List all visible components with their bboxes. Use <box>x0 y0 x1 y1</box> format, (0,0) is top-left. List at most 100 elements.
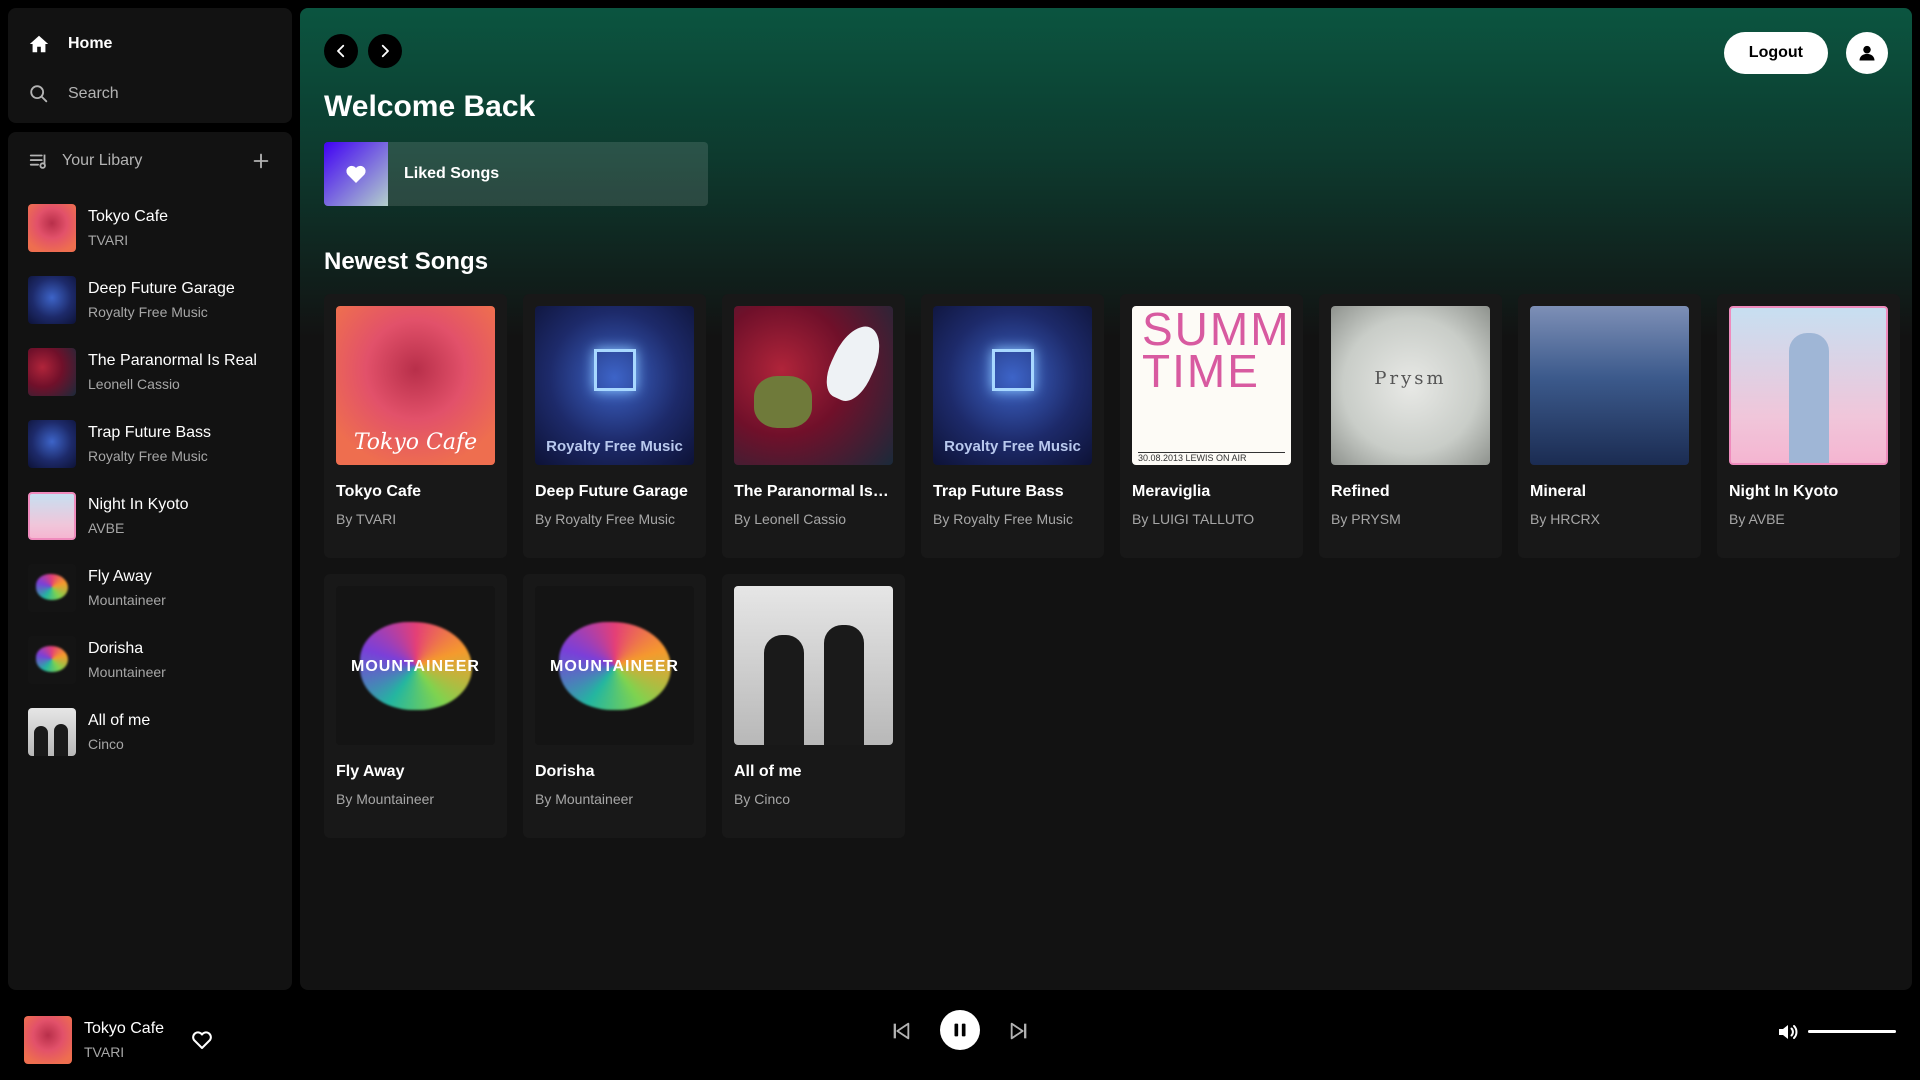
chevron-right-icon <box>381 44 389 58</box>
nav-search[interactable]: Search <box>28 80 272 108</box>
song-grid: Tokyo Cafe Tokyo Cafe By TVARI Royalty F… <box>324 294 1904 838</box>
album-cover <box>28 348 76 396</box>
library-icon <box>29 154 46 169</box>
now-playing-title[interactable]: Tokyo Cafe <box>84 1020 164 1038</box>
heart-outline-icon[interactable] <box>190 1028 214 1052</box>
back-button[interactable] <box>324 34 358 68</box>
song-artist: By AVBE <box>1729 511 1785 527</box>
player-bar: Tokyo Cafe TVARI <box>0 990 1920 1080</box>
now-playing-cover[interactable] <box>24 1016 72 1064</box>
album-cover <box>28 276 76 324</box>
song-card[interactable]: Prysm Refined By PRYSM <box>1319 294 1502 558</box>
user-profile-button[interactable] <box>1846 32 1888 74</box>
history-nav <box>324 34 402 68</box>
song-title: Tokyo Cafe <box>336 483 422 500</box>
liked-songs-tile[interactable]: Liked Songs <box>324 142 708 206</box>
song-card[interactable]: The Paranormal Is R... By Leonell Cassio <box>722 294 905 558</box>
album-cover: Prysm <box>1331 306 1490 465</box>
album-cover <box>28 636 76 684</box>
album-cover: MOUNTAINEER <box>336 586 495 745</box>
library-item-artist: Leonell Cassio <box>88 376 180 392</box>
song-card[interactable]: MOUNTAINEER Fly Away By Mountaineer <box>324 574 507 838</box>
library-header: Your Libary <box>28 148 272 174</box>
library-item-title: Dorisha <box>88 640 144 657</box>
song-card[interactable]: Royalty Free Music Trap Future Bass By R… <box>921 294 1104 558</box>
library-item[interactable]: The Paranormal Is Real Leonell Cassio <box>28 336 272 408</box>
previous-track-icon[interactable] <box>890 1020 912 1042</box>
song-card[interactable]: SUMMER TIME 30.08.2013 LEWIS ON AIR Merav… <box>1120 294 1303 558</box>
song-card[interactable]: MOUNTAINEER Dorisha By Mountaineer <box>523 574 706 838</box>
forward-button[interactable] <box>368 34 402 68</box>
chevron-left-icon <box>337 44 345 58</box>
library-item[interactable]: Night In Kyoto AVBE <box>28 480 272 552</box>
now-playing-artist[interactable]: TVARI <box>84 1044 124 1060</box>
song-card[interactable]: Tokyo Cafe Tokyo Cafe By TVARI <box>324 294 507 558</box>
album-cover <box>28 204 76 252</box>
song-artist: By TVARI <box>336 511 397 527</box>
song-title: Dorisha <box>535 763 595 780</box>
album-cover: Tokyo Cafe <box>336 306 495 465</box>
library-item[interactable]: Fly Away Mountaineer <box>28 552 272 624</box>
album-cover <box>1729 306 1888 465</box>
cover-text: Tokyo Cafe <box>353 430 478 455</box>
library-item-title: Fly Away <box>88 568 152 585</box>
nav-home[interactable]: Home <box>28 30 272 58</box>
volume-slider[interactable] <box>1808 1030 1896 1033</box>
home-icon <box>29 35 49 53</box>
logout-button[interactable]: Logout <box>1723 32 1828 74</box>
page-title: Welcome Back <box>324 90 536 123</box>
song-artist: By Mountaineer <box>336 791 435 807</box>
library-item[interactable]: Dorisha Mountaineer <box>28 624 272 696</box>
library-item-title: The Paranormal Is Real <box>88 352 257 369</box>
library-item[interactable]: Deep Future Garage Royalty Free Music <box>28 264 272 336</box>
pause-icon <box>954 1023 966 1037</box>
plus-icon[interactable] <box>250 150 272 172</box>
library-item-title: Deep Future Garage <box>88 280 235 297</box>
album-cover: SUMMER TIME 30.08.2013 LEWIS ON AIR <box>1132 306 1291 465</box>
album-cover: Royalty Free Music <box>933 306 1092 465</box>
album-cover <box>28 564 76 612</box>
library-item[interactable]: All of me Cinco <box>28 696 272 768</box>
library-title-button[interactable]: Your Libary <box>28 150 142 172</box>
song-card[interactable]: Mineral By HRCRX <box>1518 294 1701 558</box>
volume-level <box>1808 1030 1896 1033</box>
library-item-artist: TVARI <box>88 232 129 248</box>
song-title: Mineral <box>1530 483 1587 500</box>
nav-home-label: Home <box>68 35 113 52</box>
nav-panel: Home Search <box>8 8 292 123</box>
library-item-title: Trap Future Bass <box>88 424 212 441</box>
library-item[interactable]: Trap Future Bass Royalty Free Music <box>28 408 272 480</box>
song-artist: By LUIGI TALLUTO <box>1132 511 1255 527</box>
main-content: Logout Welcome Back Liked Songs Newest S… <box>300 8 1912 990</box>
library-item-artist: AVBE <box>88 520 125 536</box>
album-cover <box>1530 306 1689 465</box>
heart-icon <box>346 165 366 183</box>
cover-footer-text: 30.08.2013 LEWIS ON AIR <box>1138 452 1285 463</box>
song-title: Refined <box>1331 483 1390 500</box>
next-track-icon[interactable] <box>1008 1020 1030 1042</box>
song-card[interactable]: Night In Kyoto By AVBE <box>1717 294 1900 558</box>
library-item-artist: Royalty Free Music <box>88 448 208 464</box>
song-artist: By Mountaineer <box>535 791 634 807</box>
song-title: Trap Future Bass <box>933 483 1064 500</box>
library-panel: Your Libary Tokyo Cafe TVARI Deep Future … <box>8 132 292 990</box>
song-card[interactable]: Royalty Free Music Deep Future Garage By… <box>523 294 706 558</box>
search-icon <box>30 85 48 103</box>
song-artist: By Leonell Cassio <box>734 511 847 527</box>
song-card[interactable]: All of me By Cinco <box>722 574 905 838</box>
album-cover <box>28 420 76 468</box>
cover-text: Prysm <box>1374 368 1447 389</box>
song-title: Deep Future Garage <box>535 483 688 500</box>
user-icon <box>1859 45 1875 61</box>
song-artist: By Royalty Free Music <box>535 511 676 527</box>
song-title: Night In Kyoto <box>1729 483 1839 500</box>
song-artist: By Royalty Free Music <box>933 511 1074 527</box>
song-artist: By Cinco <box>734 791 791 807</box>
library-item[interactable]: Tokyo Cafe TVARI <box>28 192 272 264</box>
play-pause-button[interactable] <box>940 1010 980 1050</box>
cover-text: SUMMER TIME <box>1142 306 1291 397</box>
volume-icon[interactable] <box>1776 1020 1800 1044</box>
song-title: The Paranormal Is R... <box>734 483 893 500</box>
cover-text: Royalty Free Music <box>546 438 683 455</box>
library-title: Your Libary <box>62 152 143 169</box>
